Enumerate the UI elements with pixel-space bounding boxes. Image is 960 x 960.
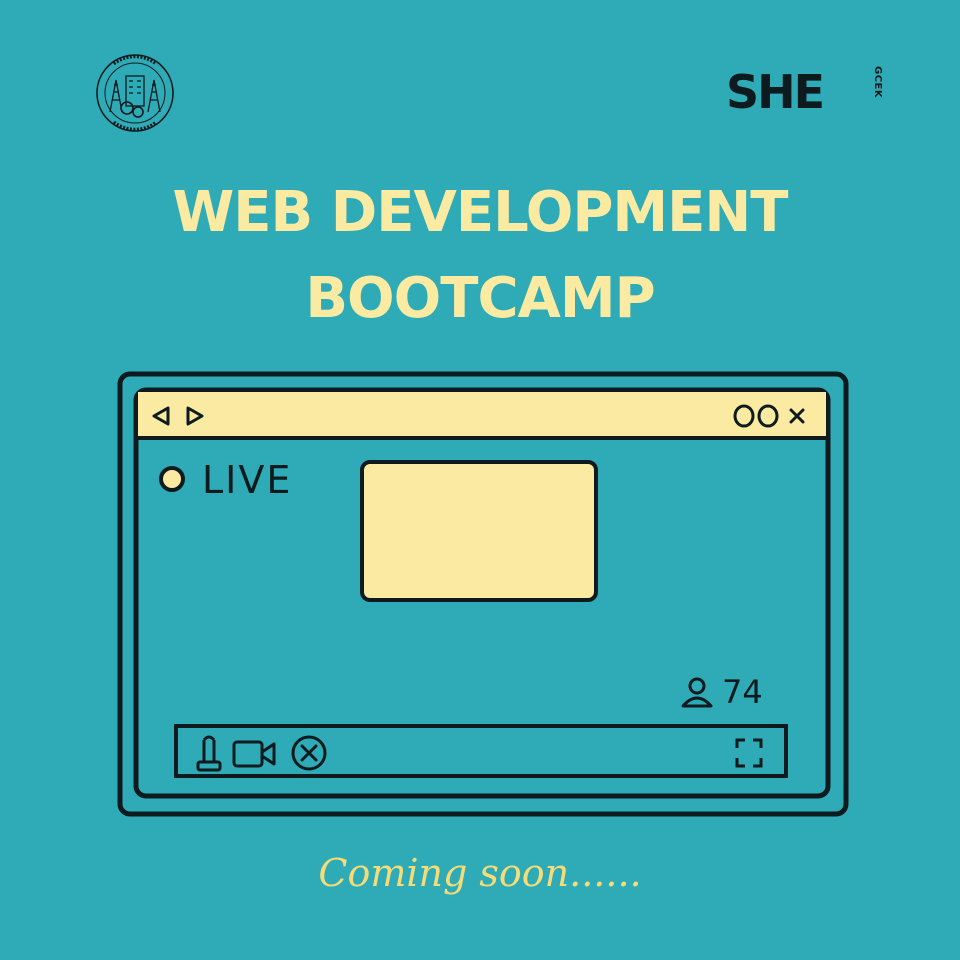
video-panel bbox=[360, 460, 598, 602]
title-line-2: BOOTCAMP bbox=[305, 266, 655, 331]
brand-logo: SHE GCEK bbox=[726, 64, 886, 124]
control-bar bbox=[174, 724, 788, 778]
college-seal-logo bbox=[94, 52, 176, 134]
user-icon bbox=[681, 677, 713, 708]
end-call-icon[interactable] bbox=[291, 735, 327, 771]
live-label: LIVE bbox=[202, 458, 293, 502]
brand-sub-text: GCEK bbox=[872, 66, 883, 99]
camera-icon[interactable] bbox=[232, 740, 276, 768]
viewer-count: 74 bbox=[722, 673, 763, 711]
gear-tower-seal-icon bbox=[96, 54, 174, 132]
coming-soon-tagline: Coming soon...... bbox=[318, 851, 642, 895]
live-indicator-dot bbox=[159, 466, 185, 492]
brand-main-text: SHE bbox=[726, 65, 825, 119]
browser-title-bar bbox=[138, 392, 826, 438]
browser-mockup: LIVE 74 bbox=[110, 368, 850, 820]
microphone-icon[interactable] bbox=[196, 735, 222, 772]
fullscreen-icon[interactable] bbox=[735, 738, 763, 768]
title-line-1: WEB DEVELOPMENT bbox=[172, 180, 789, 245]
